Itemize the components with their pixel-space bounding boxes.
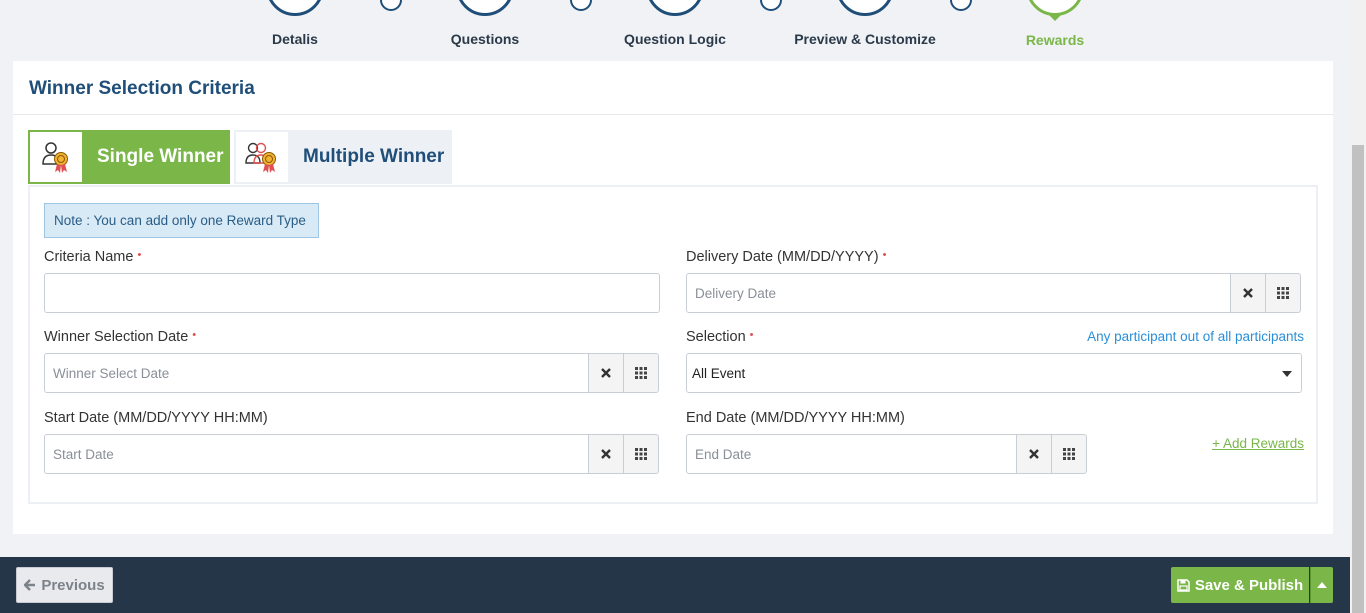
start-date-calendar-button[interactable] <box>623 434 659 474</box>
step-connector-dot <box>570 0 592 11</box>
participant-hint-link[interactable]: Any participant out of all participants <box>1087 329 1304 344</box>
end-date-calendar-button[interactable] <box>1051 434 1087 474</box>
close-icon <box>1243 288 1253 298</box>
winner-selection-date-clear-button[interactable] <box>588 353 624 393</box>
previous-button[interactable]: Previous <box>16 567 113 603</box>
winner-medal-icon <box>30 132 82 182</box>
tab-multiple-winner-label: Multiple Winner <box>303 146 445 167</box>
footer-bar: Previous Save & Publish <box>0 557 1350 613</box>
winner-selection-date-input[interactable] <box>44 353 589 393</box>
grid-icon <box>635 448 647 460</box>
save-icon <box>1177 578 1190 592</box>
save-options-dropdown-toggle[interactable] <box>1310 567 1333 603</box>
step-connector-dot <box>950 0 972 11</box>
winner-selection-date-label: Winner Selection Date • <box>44 329 197 345</box>
save-publish-label: Save & Publish <box>1194 576 1304 594</box>
divider <box>13 114 1333 115</box>
start-date-input[interactable] <box>44 434 589 474</box>
delivery-date-clear-button[interactable] <box>1230 273 1266 313</box>
tab-single-winner[interactable]: Single Winner <box>28 130 230 184</box>
tab-single-winner-label: Single Winner <box>97 146 224 167</box>
start-date-label: Start Date (MM/DD/YYYY HH:MM) <box>44 410 268 426</box>
delivery-date-input[interactable] <box>686 273 1231 313</box>
delivery-date-calendar-button[interactable] <box>1265 273 1301 313</box>
step-label-question-logic[interactable]: Question Logic <box>624 31 726 47</box>
selection-value: All Event <box>692 365 746 381</box>
step-circle-rewards[interactable] <box>1026 0 1084 16</box>
start-date-clear-button[interactable] <box>588 434 624 474</box>
card-title: Winner Selection Criteria <box>29 78 255 99</box>
grid-icon <box>1277 287 1289 299</box>
step-circle-questions[interactable] <box>456 0 514 16</box>
step-circle-preview[interactable] <box>836 0 894 16</box>
arrow-left-icon <box>24 579 36 591</box>
page-scrollbar[interactable] <box>1350 0 1366 613</box>
tab-multiple-winner[interactable]: Multiple Winner <box>234 130 452 184</box>
previous-button-label: Previous <box>41 576 105 594</box>
step-connector-dot <box>380 0 402 11</box>
criteria-name-input[interactable] <box>44 273 660 313</box>
grid-icon <box>635 367 647 379</box>
close-icon <box>601 449 611 459</box>
step-label-preview[interactable]: Preview & Customize <box>794 31 936 47</box>
single-winner-form-panel: Note : You can add only one Reward Type … <box>28 185 1318 504</box>
end-date-input[interactable] <box>686 434 1017 474</box>
add-rewards-link[interactable]: + Add Rewards <box>1212 436 1304 451</box>
selection-label: Selection • <box>686 329 754 345</box>
caret-down-icon <box>1282 371 1292 377</box>
scrollbar-thumb[interactable] <box>1352 145 1364 613</box>
step-circle-details[interactable] <box>266 0 324 16</box>
reward-type-note: Note : You can add only one Reward Type <box>44 203 319 238</box>
step-label-rewards[interactable]: Rewards <box>1026 32 1084 48</box>
step-label-questions[interactable]: Questions <box>451 31 519 47</box>
step-connector-dot <box>760 0 782 11</box>
close-icon <box>601 368 611 378</box>
selection-dropdown[interactable]: All Event <box>686 353 1302 393</box>
close-icon <box>1029 449 1039 459</box>
criteria-name-label: Criteria Name • <box>44 249 142 265</box>
grid-icon <box>1063 448 1075 460</box>
winner-selection-date-calendar-button[interactable] <box>623 353 659 393</box>
step-label-details[interactable]: Detalis <box>272 31 318 47</box>
step-circle-question-logic[interactable] <box>646 0 704 16</box>
group-winner-medal-icon <box>236 132 288 182</box>
end-date-clear-button[interactable] <box>1016 434 1052 474</box>
save-publish-button[interactable]: Save & Publish <box>1171 567 1309 603</box>
winner-selection-card: Winner Selection Criteria Single Winner <box>13 61 1333 534</box>
progress-stepper: Detalis Questions Question Logic Preview… <box>0 0 1350 60</box>
delivery-date-label: Delivery Date (MM/DD/YYYY) • <box>686 249 887 265</box>
end-date-label: End Date (MM/DD/YYYY HH:MM) <box>686 410 905 426</box>
